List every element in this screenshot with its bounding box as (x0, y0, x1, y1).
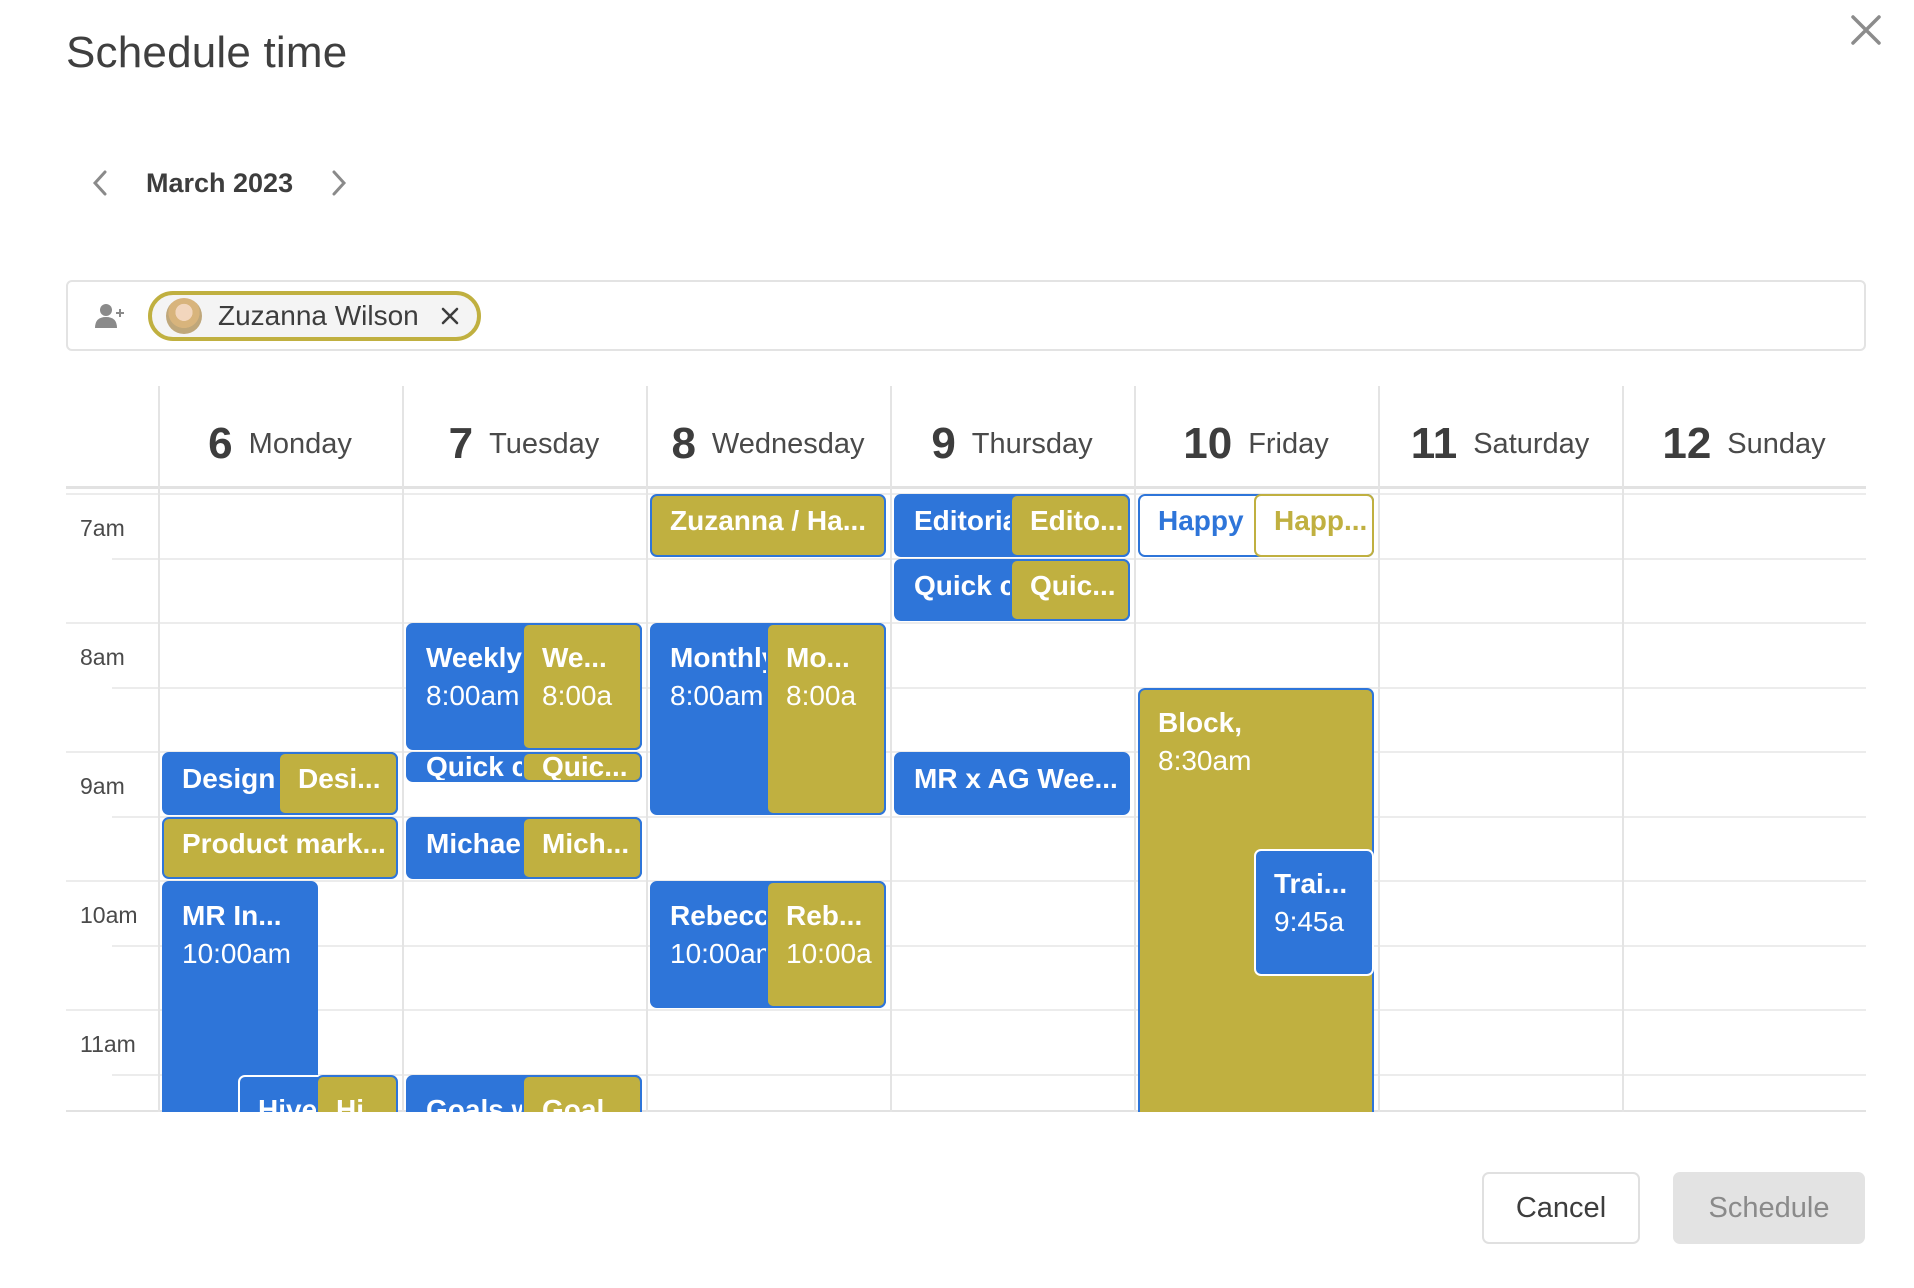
day-header[interactable]: 6 Monday (158, 386, 402, 486)
calendar-event[interactable]: MR x AG Wee... (894, 752, 1130, 815)
hour-gridline (66, 880, 1866, 882)
event-time: 8:00a (542, 680, 613, 711)
header-divider (66, 486, 1866, 489)
day-name: Friday (1248, 427, 1329, 460)
day-name: Thursday (971, 427, 1093, 460)
week-calendar: 6 Monday 7 Tuesday 8 Wednesday 9 Thursday 10 Frid… (66, 386, 1866, 1112)
day-column-divider (402, 386, 404, 1112)
attendee-input[interactable]: Zuzanna Wilson (66, 280, 1866, 351)
time-label: 10am (80, 902, 138, 928)
month-navigation: March 2023 (80, 158, 359, 208)
calendar-event[interactable]: Trai... 9:45a (1254, 848, 1374, 976)
event-time: 9:45a (1274, 905, 1345, 937)
hour-gridline (66, 1009, 1866, 1011)
calendar-event[interactable]: Hi... (316, 1074, 398, 1113)
day-name: Tuesday (489, 427, 600, 460)
event-title: Product mark... (182, 827, 386, 859)
remove-attendee-button[interactable] (439, 305, 461, 327)
time-label: 11am (80, 1031, 136, 1057)
attendee-chip: Zuzanna Wilson (148, 290, 481, 341)
calendar-event[interactable]: Edito... (1010, 494, 1130, 557)
event-title: MR In... (182, 900, 282, 931)
day-number: 7 (448, 419, 474, 468)
half-hour-gridline (112, 944, 1866, 947)
day-number: 8 (671, 419, 696, 468)
calendar-event[interactable]: Happ... (1254, 494, 1374, 557)
calendar-event[interactable]: Zuzanna / Ha... (650, 494, 886, 557)
calendar-event[interactable]: We... 8:00a (522, 623, 642, 750)
calendar-event[interactable]: Mo... 8:00a (766, 623, 886, 815)
day-name: Wednesday (711, 427, 865, 460)
month-label: March 2023 (146, 167, 294, 198)
event-title: Quic... (542, 752, 628, 782)
day-column-divider (890, 386, 892, 1112)
day-name: Monday (248, 427, 352, 460)
close-icon (441, 307, 459, 324)
event-title: Trai... (1274, 867, 1348, 899)
calendar-event[interactable]: Goal... (522, 1074, 642, 1113)
event-title: Quic... (1030, 569, 1116, 601)
add-person-icon (95, 303, 124, 328)
event-title: Zuzanna / Ha... (670, 505, 867, 536)
close-icon (1851, 15, 1881, 45)
day-header[interactable]: 9 Thursday (890, 386, 1134, 486)
day-number: 12 (1662, 419, 1712, 468)
day-column-divider (158, 386, 160, 1112)
avatar (166, 297, 202, 334)
day-column-divider (1622, 386, 1624, 1112)
calendar-event[interactable]: Mich... (522, 816, 642, 879)
event-title: Reb... (786, 900, 863, 931)
calendar-event[interactable]: Desi... (278, 752, 398, 815)
day-header[interactable]: 8 Wednesday (646, 386, 890, 486)
event-title: Mo... (786, 642, 850, 673)
event-title: Mich... (542, 827, 630, 859)
calendar-event[interactable]: Reb... 10:00a (766, 881, 886, 1008)
day-number: 11 (1410, 419, 1458, 468)
day-header[interactable]: 7 Tuesday (402, 386, 646, 486)
day-header[interactable]: 11 Saturday (1378, 386, 1622, 486)
cancel-button[interactable]: Cancel (1482, 1172, 1640, 1244)
event-title: Hi... (336, 1093, 388, 1113)
event-title: Block, (1158, 706, 1243, 738)
day-number: 9 (931, 419, 956, 468)
day-name: Saturday (1473, 427, 1590, 460)
chevron-left-icon (92, 170, 107, 196)
event-title: We... (542, 642, 607, 673)
event-time: 8:00a (786, 680, 857, 711)
schedule-button[interactable]: Schedule (1673, 1172, 1865, 1244)
time-label: 9am (80, 773, 125, 799)
event-title: Happ... (1274, 505, 1368, 536)
calendar-grid: 6 Monday 7 Tuesday 8 Wednesday 9 Thursday 10 Frid… (66, 386, 1866, 1112)
attendee-name: Zuzanna Wilson (218, 299, 419, 331)
half-hour-gridline (112, 686, 1866, 689)
event-title: MR x AG Wee... (914, 763, 1118, 794)
next-month-button[interactable] (319, 163, 359, 203)
calendar-event[interactable]: Quic... (522, 752, 642, 783)
time-label: 8am (80, 644, 125, 670)
event-time: 10:00a (786, 938, 872, 969)
dialog-title: Schedule time (66, 28, 348, 77)
day-column-divider (1378, 386, 1380, 1112)
previous-month-button[interactable] (80, 163, 120, 203)
day-header[interactable]: 12 Sunday (1622, 386, 1866, 486)
event-time: 8:30am (1158, 744, 1252, 776)
add-person-button[interactable] (94, 300, 126, 332)
day-name: Sunday (1727, 427, 1826, 460)
day-number: 6 (208, 419, 233, 468)
day-number: 10 (1183, 419, 1233, 468)
calendar-event[interactable]: Product mark... (162, 816, 398, 879)
event-title: Edito... (1030, 505, 1124, 536)
chevron-right-icon (332, 170, 347, 196)
hour-gridline (66, 622, 1866, 624)
time-label: 7am (80, 515, 125, 541)
close-button[interactable] (1846, 10, 1886, 50)
calendar-event[interactable]: Quic... (1010, 558, 1130, 621)
event-time: 10:00am (182, 938, 291, 969)
day-column-divider (646, 386, 648, 1112)
event-title: Desi... (298, 763, 381, 794)
day-header[interactable]: 10 Friday (1134, 386, 1378, 486)
day-column-divider (1134, 386, 1136, 1112)
event-title: Goal... (542, 1093, 628, 1113)
